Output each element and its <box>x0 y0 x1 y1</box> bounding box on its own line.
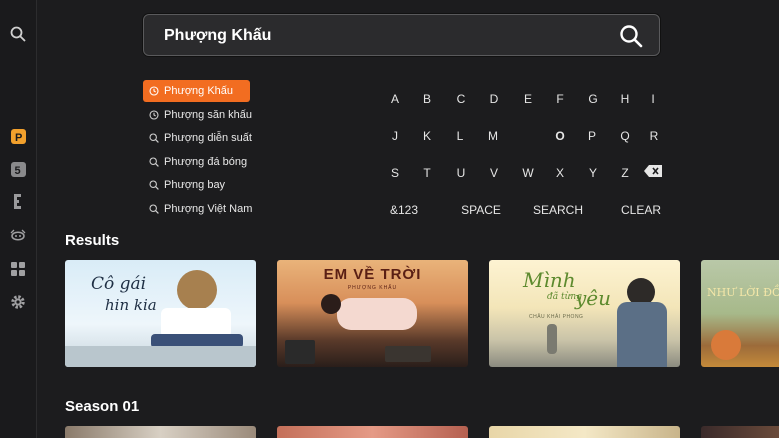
key-q[interactable]: Q <box>610 127 640 145</box>
season-card[interactable] <box>65 426 256 438</box>
search-icon <box>149 156 159 167</box>
result-card[interactable]: EM VỀ TRỜI PHƯỢNG KHẤU <box>277 260 468 367</box>
small-figure <box>547 324 557 354</box>
key-l[interactable]: L <box>445 127 475 145</box>
search-icon <box>149 180 159 190</box>
key-z[interactable]: Z <box>610 164 640 182</box>
search-icon[interactable] <box>9 25 27 43</box>
sidebar: P 5 <box>0 0 37 438</box>
suggestion-item[interactable]: Phượng diễn suất <box>143 127 353 149</box>
suggestion-label: Phượng diễn suất <box>164 132 252 144</box>
season-card[interactable] <box>701 426 779 438</box>
card-title-line2: yêu <box>575 286 612 310</box>
results-heading: Results <box>65 232 120 249</box>
figure-head <box>321 294 341 314</box>
card-title: Mình <box>523 268 576 292</box>
result-card[interactable]: Mình đã từng yêu CHÂU KHẢI PHONG <box>489 260 680 367</box>
suggestion-item[interactable]: Phượng đá bóng <box>143 151 353 173</box>
key-d[interactable]: D <box>479 90 509 108</box>
five-icon[interactable]: 5 <box>9 160 27 178</box>
figure-head <box>177 270 217 310</box>
key-f[interactable]: F <box>545 90 575 108</box>
card-subtitle: PHƯỢNG KHẤU <box>347 285 398 291</box>
grid-icon[interactable] <box>9 260 27 278</box>
suggestion-label: Phượng đá bóng <box>164 155 248 168</box>
key-m[interactable]: M <box>478 127 508 145</box>
key-y[interactable]: Y <box>578 164 608 182</box>
key-a[interactable]: A <box>380 90 410 108</box>
search-icon[interactable] <box>619 24 643 48</box>
search-icon <box>149 203 159 214</box>
key-j[interactable]: J <box>380 127 410 145</box>
ground <box>65 346 256 367</box>
key-b[interactable]: B <box>412 90 442 108</box>
figure-dress <box>337 298 417 330</box>
figure-jacket <box>617 302 667 367</box>
suggestion-item[interactable]: Phượng săn khấu <box>143 104 353 126</box>
space-key[interactable]: SPACE <box>456 201 506 219</box>
suggestion-item[interactable]: Phượng bay <box>143 174 353 196</box>
season-card[interactable] <box>277 426 468 438</box>
search-query: Phượng Khấu <box>164 27 272 44</box>
history-icon <box>149 86 159 96</box>
result-card[interactable]: Cô gái hin kia <box>65 260 256 367</box>
suggestion-label: Phượng Khấu <box>164 85 234 97</box>
suggestion-label: Phượng bay <box>164 179 226 191</box>
key-g[interactable]: G <box>578 90 608 108</box>
on-screen-keyboard: A B C D E F G H I J K L M O P Q R S T U … <box>380 84 680 224</box>
key-s[interactable]: S <box>380 164 410 182</box>
key-t[interactable]: T <box>412 164 442 182</box>
key-w[interactable]: W <box>513 164 543 182</box>
key-e[interactable]: E <box>513 90 543 108</box>
key-h[interactable]: H <box>610 90 640 108</box>
svg-text:5: 5 <box>14 165 20 177</box>
key-x[interactable]: X <box>545 164 575 182</box>
search-input[interactable]: Phượng Khấu <box>143 14 660 56</box>
search-key[interactable]: SEARCH <box>530 201 586 219</box>
flower-decoration <box>711 330 741 360</box>
suggestion-label: Phượng Việt Nam <box>164 202 253 215</box>
turntable <box>285 340 315 364</box>
card-subtitle: CHÂU KHẢI PHONG <box>529 314 584 320</box>
key-i[interactable]: I <box>638 90 668 108</box>
brand-p-icon[interactable]: P <box>9 127 27 145</box>
season-heading: Season 01 <box>65 398 140 415</box>
season-card[interactable] <box>489 426 680 438</box>
e-channel-icon[interactable] <box>9 193 27 211</box>
suggestion-list: Phượng Khấu Phượng săn khấu Phượng diễn … <box>143 80 353 221</box>
suggestion-item[interactable]: Phượng Việt Nam <box>143 198 353 220</box>
gear-icon[interactable] <box>9 293 27 311</box>
card-title: NHƯ LỜI ĐỒN <box>707 286 779 299</box>
key-o[interactable]: O <box>545 127 575 145</box>
numbers-key[interactable]: &123 <box>384 201 424 219</box>
svg-text:P: P <box>15 132 22 144</box>
key-u[interactable]: U <box>446 164 476 182</box>
clear-key[interactable]: CLEAR <box>616 201 666 219</box>
key-c[interactable]: C <box>446 90 476 108</box>
card-title-line2: hin kia <box>105 296 157 314</box>
history-icon <box>149 109 159 120</box>
key-k[interactable]: K <box>412 127 442 145</box>
suggestion-label: Phượng săn khấu <box>164 108 252 121</box>
card-title: Cô gái <box>91 274 147 294</box>
card-title: EM VỀ TRỜI <box>323 266 422 283</box>
key-p[interactable]: P <box>577 127 607 145</box>
backspace-icon <box>644 165 662 177</box>
suggestion-item[interactable]: Phượng Khấu <box>143 80 250 102</box>
radio <box>385 346 431 362</box>
result-card[interactable]: NHƯ LỜI ĐỒN <box>701 260 779 367</box>
key-v[interactable]: V <box>479 164 509 182</box>
backspace-key[interactable] <box>638 164 668 182</box>
search-icon <box>149 133 159 143</box>
kids-icon[interactable] <box>9 227 27 245</box>
key-r[interactable]: R <box>639 127 669 145</box>
